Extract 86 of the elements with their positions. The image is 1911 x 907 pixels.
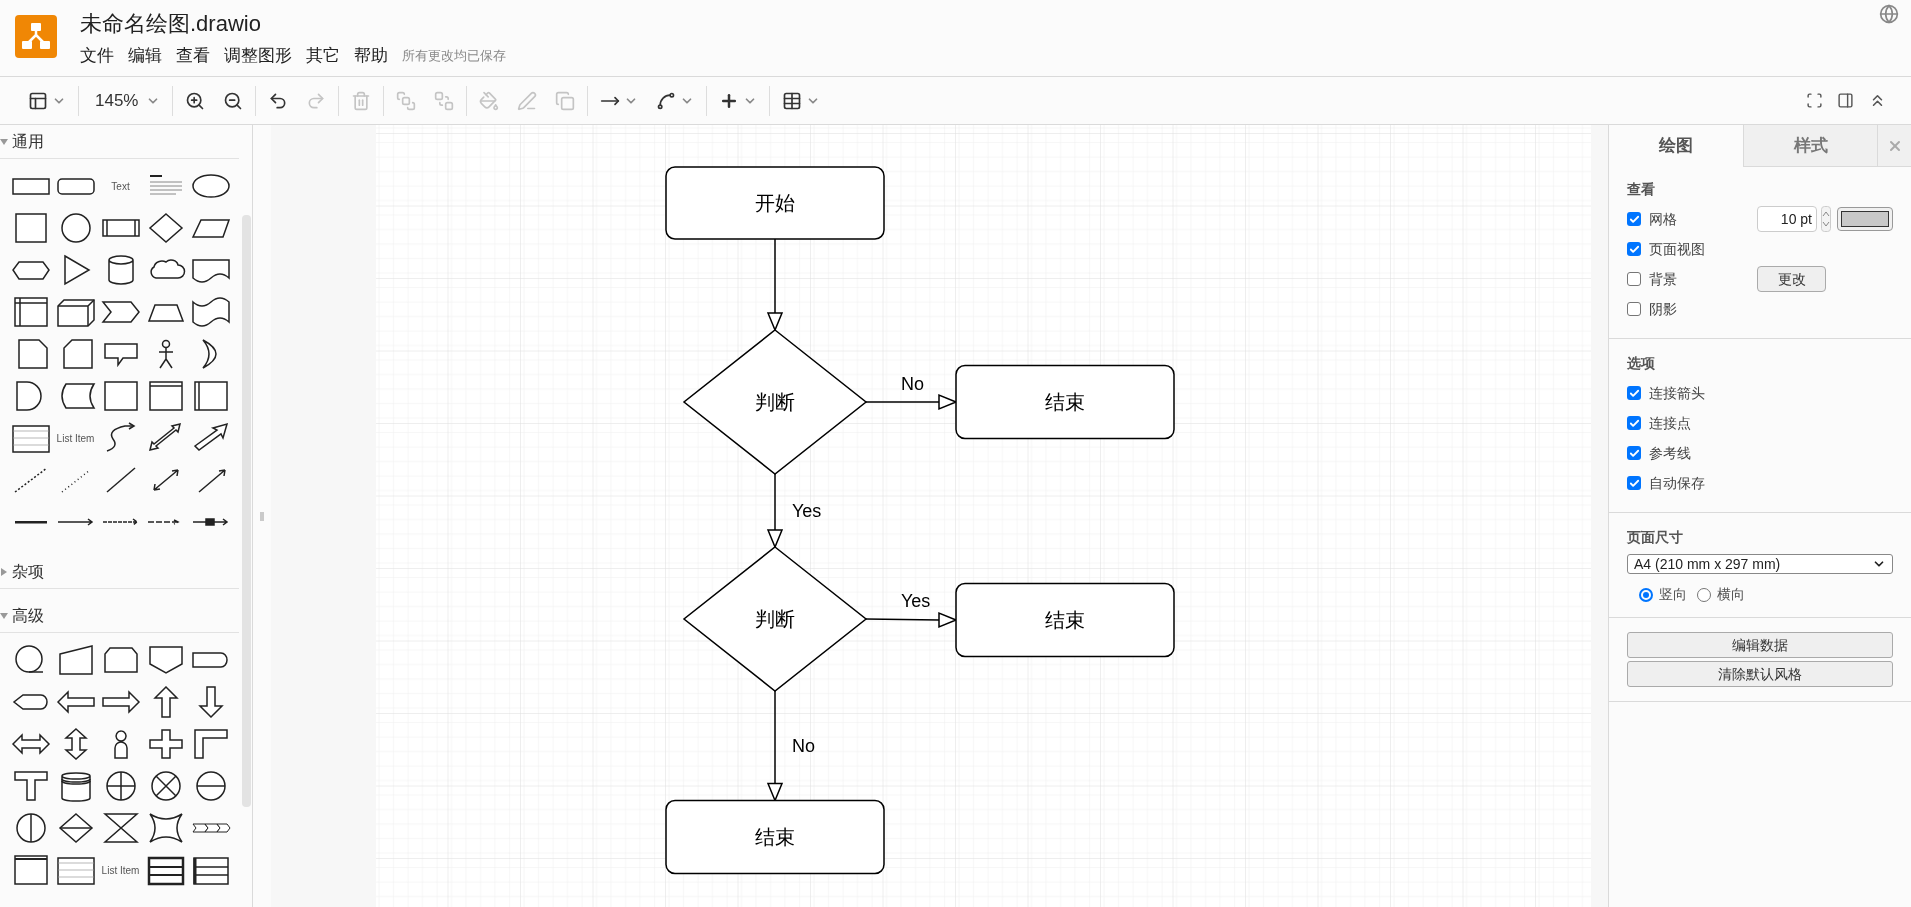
menu-item[interactable]: 调整图形 — [224, 43, 292, 69]
save-status: 所有更改均已保存 — [402, 47, 506, 65]
checkbox[interactable] — [1627, 212, 1641, 226]
radio-button[interactable] — [1697, 587, 1711, 602]
table-side-shape-icon[interactable] — [190, 854, 231, 886]
cube-shape-icon[interactable] — [55, 296, 96, 328]
waypoints-icon — [656, 90, 677, 111]
rounded-rectangle-node[interactable]: 开始 — [665, 166, 885, 240]
menu-item[interactable]: 编辑 — [128, 43, 162, 69]
decision-diamond-node[interactable]: 判断 — [682, 546, 868, 692]
to-back-icon — [434, 90, 455, 111]
change-background-button[interactable]: 更改 — [1757, 266, 1826, 292]
spinner-icon[interactable] — [1821, 206, 1831, 232]
format-icon — [28, 90, 48, 111]
text-shape[interactable]: List Item — [101, 862, 140, 878]
connector-arrow[interactable] — [766, 473, 784, 549]
edge-label: No — [901, 374, 924, 394]
menu-item[interactable]: 查看 — [176, 43, 210, 69]
fill-icon — [479, 90, 500, 111]
radio-label: 横向 — [1717, 585, 1745, 604]
rounded-rectangle-node[interactable]: 结束 — [665, 799, 885, 875]
table-icon — [782, 90, 803, 111]
connector-arrow[interactable] — [766, 238, 784, 332]
language-icon[interactable] — [1879, 4, 1899, 24]
line-color-icon — [517, 90, 538, 111]
tape-shape-icon[interactable] — [190, 296, 231, 328]
panel-toggle-icon[interactable] — [1837, 92, 1854, 109]
menu-item[interactable]: 其它 — [306, 43, 340, 69]
page-size-select[interactable]: A4 (210 mm x 297 mm) — [1627, 554, 1893, 574]
edge-label: Yes — [792, 500, 822, 521]
option-label: 自动保存 — [1649, 473, 1705, 493]
fullscreen-icon[interactable] — [1806, 92, 1823, 109]
resize-handle-icon[interactable] — [260, 511, 265, 521]
list-shape-icon[interactable] — [10, 422, 51, 454]
grid-color-swatch[interactable] — [1837, 207, 1893, 231]
checkbox[interactable] — [1627, 272, 1641, 286]
text-shape[interactable]: Text — [111, 178, 130, 194]
checkbox[interactable] — [1627, 242, 1641, 256]
connector-arrow[interactable] — [865, 393, 958, 411]
checkbox[interactable] — [1627, 386, 1641, 400]
checkbox[interactable] — [1627, 302, 1641, 316]
app-logo[interactable] — [15, 15, 57, 58]
option-label: 阴影 — [1649, 299, 1677, 319]
option-label: 背景 — [1649, 269, 1677, 289]
text-shape[interactable]: List Item — [56, 430, 95, 446]
table-thick-shape-icon[interactable] — [145, 854, 186, 886]
edge-label: No — [792, 735, 815, 756]
section-title: 选项 — [1627, 354, 1656, 373]
decision-diamond-node[interactable]: 判断 — [682, 329, 868, 475]
shadow-icon — [555, 90, 576, 111]
section-title: 查看 — [1627, 180, 1656, 199]
menu-item[interactable]: 帮助 — [354, 43, 388, 69]
option-label: 参考线 — [1649, 443, 1691, 463]
section-header[interactable]: 通用 — [12, 129, 44, 154]
option-label: 网格 — [1649, 209, 1677, 229]
connector-arrow[interactable] — [865, 611, 958, 629]
radio-button[interactable] — [1639, 587, 1653, 602]
rounded-rectangle-node[interactable]: 结束 — [955, 364, 1175, 440]
checkbox[interactable] — [1627, 416, 1641, 430]
rounded-rectangle-node[interactable]: 结束 — [955, 582, 1175, 658]
panel-button[interactable]: 清除默认风格 — [1627, 661, 1893, 687]
scrollbar-thumb[interactable] — [241, 215, 251, 807]
panel-tab[interactable]: 样式 — [1743, 125, 1877, 167]
edge-label: Yes — [901, 591, 931, 611]
option-label: 连接点 — [1649, 413, 1691, 433]
zoom-in-icon — [185, 90, 206, 111]
collate-shape-icon[interactable] — [100, 812, 141, 844]
checkbox[interactable] — [1627, 476, 1641, 490]
document-title[interactable]: 未命名绘图.drawio — [80, 9, 506, 39]
checkbox[interactable] — [1627, 446, 1641, 460]
radio-label: 竖向 — [1659, 585, 1687, 604]
zoom-out-icon — [223, 90, 244, 111]
option-label: 页面视图 — [1649, 239, 1705, 259]
delete-icon — [351, 90, 372, 111]
zoom-dropdown[interactable]: 145% — [85, 84, 167, 117]
grid-size-field[interactable]: 10 pt — [1757, 206, 1817, 232]
connector-arrow[interactable] — [766, 690, 784, 803]
menu-item[interactable]: 文件 — [80, 43, 114, 69]
section-header[interactable]: 杂项 — [12, 559, 44, 584]
option-label: 连接箭头 — [1649, 383, 1705, 403]
panel-button[interactable]: 编辑数据 — [1627, 632, 1893, 658]
list-shape-icon[interactable] — [55, 854, 96, 886]
section-header[interactable]: 高级 — [12, 603, 44, 628]
to-front-icon — [396, 90, 417, 111]
redo-icon — [306, 90, 327, 111]
section-title: 页面尺寸 — [1627, 528, 1684, 547]
